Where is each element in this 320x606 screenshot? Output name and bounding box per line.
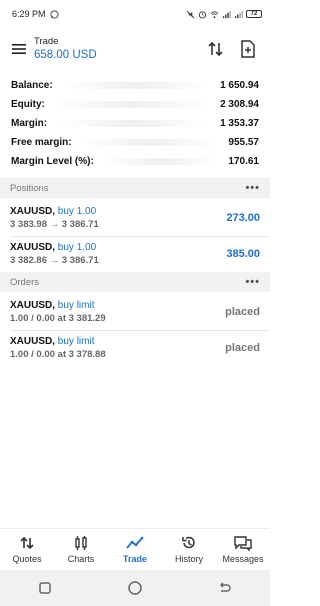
dotted-leader <box>62 82 211 89</box>
summary-row-free-margin: Free margin: 955.57 <box>0 133 270 152</box>
nav-quotes[interactable]: Quotes <box>1 535 53 564</box>
dotted-leader <box>103 158 219 165</box>
position-profit: 385.00 <box>226 248 260 260</box>
summary-label: Equity: <box>11 99 45 110</box>
messages-icon <box>234 536 252 551</box>
order-row[interactable]: XAUUSD, buy limit 1.00 / 0.00 at 3 378.8… <box>0 330 270 366</box>
new-order-button[interactable] <box>232 33 264 65</box>
summary-label: Free margin: <box>11 137 72 148</box>
position-prices: 3 383.98 → 3 386.71 <box>10 219 99 230</box>
home-icon[interactable] <box>127 580 143 596</box>
nav-label: History <box>174 554 203 564</box>
quotes-icon <box>20 536 34 550</box>
trade-icon <box>126 536 144 549</box>
summary-value: 1 650.94 <box>220 80 259 91</box>
app-header: Trade 658.00 USD <box>0 28 270 70</box>
summary-value: 2 308.94 <box>220 99 259 110</box>
sort-arrows-icon <box>208 41 223 57</box>
new-order-icon <box>241 40 255 58</box>
section-title: Orders <box>10 276 40 288</box>
position-side: buy 1.00 <box>57 206 97 217</box>
signal-icon-2 <box>234 10 243 18</box>
dotted-leader <box>54 101 211 108</box>
wifi-icon <box>210 10 219 18</box>
mute-icon <box>186 10 195 18</box>
position-symbol: XAUUSD, <box>10 242 56 253</box>
positions-section-header: Positions ••• <box>0 178 270 198</box>
nav-trade[interactable]: Trade <box>109 535 161 564</box>
history-icon <box>182 536 195 549</box>
position-row[interactable]: XAUUSD, buy 1.00 3 383.98 → 3 386.71 273… <box>0 200 270 236</box>
order-side: buy limit <box>57 300 95 311</box>
nav-label: Quotes <box>12 554 42 564</box>
summary-value: 955.57 <box>228 137 259 148</box>
order-side: buy limit <box>57 336 95 347</box>
more-options-icon[interactable]: ••• <box>245 276 260 288</box>
header-balance: 658.00 USD <box>34 48 97 61</box>
summary-label: Margin Level (%): <box>11 156 94 167</box>
system-navigation-bar <box>0 570 270 606</box>
battery-icon: 72 <box>246 10 262 18</box>
dotted-leader <box>57 120 211 127</box>
nav-label: Trade <box>122 554 147 564</box>
nav-history[interactable]: History <box>163 535 215 564</box>
signal-icon <box>222 10 231 18</box>
page-title: Trade <box>34 35 59 47</box>
status-time: 6:29 PM <box>12 9 46 19</box>
position-symbol: XAUUSD, <box>10 206 56 217</box>
nav-label: Charts <box>67 554 95 564</box>
summary-value: 1 353.37 <box>220 118 259 129</box>
order-symbol: XAUUSD, <box>10 336 56 347</box>
summary-value: 170.61 <box>228 156 259 167</box>
position-profit: 273.00 <box>226 212 260 224</box>
section-title: Positions <box>10 182 49 194</box>
charts-icon <box>75 536 87 550</box>
orders-section-header: Orders ••• <box>0 272 270 292</box>
bottom-navigation: Quotes Charts Trade History Messages <box>0 528 270 570</box>
order-symbol: XAUUSD, <box>10 300 56 311</box>
order-state: placed <box>225 306 260 318</box>
more-options-icon[interactable]: ••• <box>245 182 260 194</box>
alarm-icon <box>198 10 207 19</box>
back-icon[interactable] <box>218 581 232 595</box>
order-detail: 1.00 / 0.00 at 3 381.29 <box>10 313 106 324</box>
account-summary: Balance: 1 650.94 Equity: 2 308.94 Margi… <box>0 76 270 171</box>
nav-messages[interactable]: Messages <box>217 535 269 564</box>
position-side: buy 1.00 <box>57 242 97 253</box>
summary-row-balance: Balance: 1 650.94 <box>0 76 270 95</box>
menu-button[interactable] <box>4 34 34 64</box>
recents-icon[interactable] <box>38 581 52 595</box>
status-bar: 6:29 PM 72 <box>0 0 270 28</box>
screen: 6:29 PM 72 Trade 658.00 USD Balance: 1 6… <box>0 0 270 606</box>
order-row[interactable]: XAUUSD, buy limit 1.00 / 0.00 at 3 381.2… <box>0 294 270 330</box>
order-state: placed <box>225 342 260 354</box>
summary-row-margin: Margin: 1 353.37 <box>0 114 270 133</box>
position-row[interactable]: XAUUSD, buy 1.00 3 382.86 → 3 386.71 385… <box>0 236 270 272</box>
whatsapp-icon <box>49 9 59 19</box>
order-detail: 1.00 / 0.00 at 3 378.88 <box>10 349 106 360</box>
summary-label: Margin: <box>11 118 48 129</box>
summary-row-margin-level: Margin Level (%): 170.61 <box>0 152 270 171</box>
summary-row-equity: Equity: 2 308.94 <box>0 95 270 114</box>
sort-button[interactable] <box>200 33 232 65</box>
nav-charts[interactable]: Charts <box>55 535 107 564</box>
header-titles: Trade 658.00 USD <box>34 36 200 63</box>
nav-label: Messages <box>222 554 264 564</box>
position-prices: 3 382.86 → 3 386.71 <box>10 255 99 266</box>
summary-label: Balance: <box>11 80 53 91</box>
hamburger-icon <box>12 44 26 54</box>
dotted-leader <box>81 139 219 146</box>
